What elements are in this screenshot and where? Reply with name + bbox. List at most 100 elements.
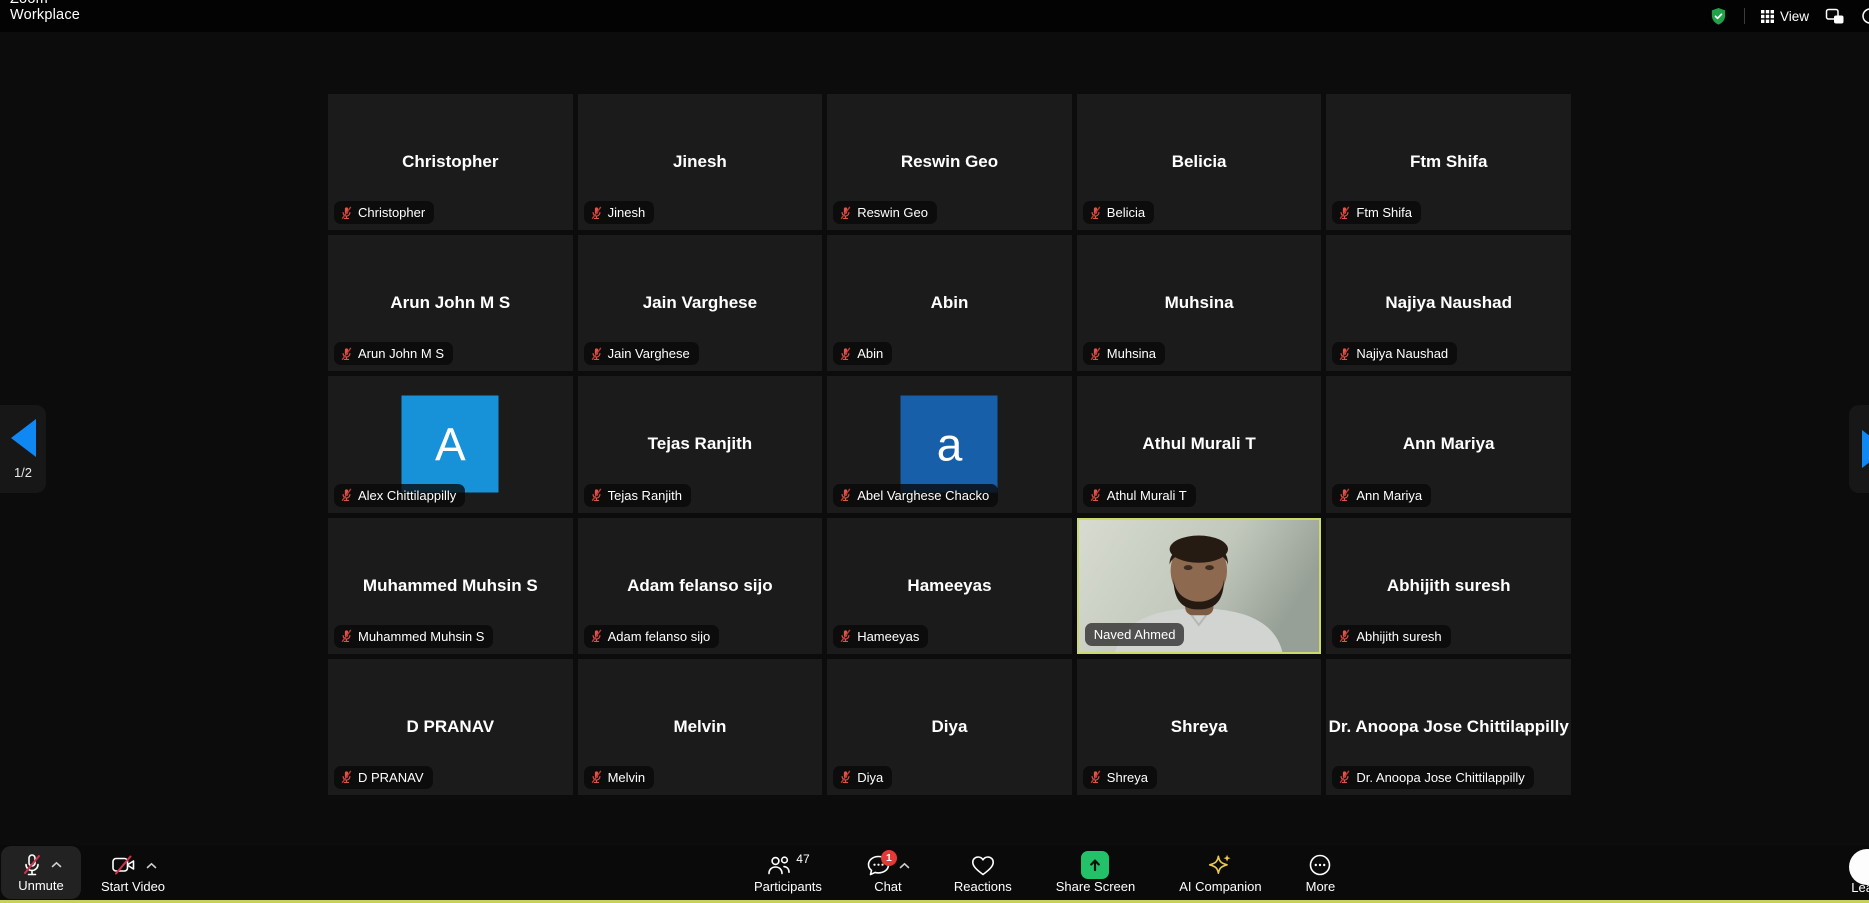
participant-display-name: Ftm Shifa	[1410, 152, 1487, 172]
participant-tile[interactable]: A Alex Chittilappilly	[328, 376, 573, 512]
participant-name-tag-text: Adam felanso sijo	[608, 629, 711, 644]
participant-name-tag-text: Alex Chittilappilly	[358, 488, 456, 503]
gallery-stage: Christopher Christopher Jinesh	[0, 32, 1869, 845]
video-options-caret[interactable]	[146, 862, 157, 869]
unmute-button[interactable]: Unmute	[1, 846, 81, 899]
participant-tile[interactable]: Muhammed Muhsin S Muhammed Muhsin S	[328, 518, 573, 654]
share-screen-label: Share Screen	[1056, 879, 1136, 894]
muted-mic-icon	[1338, 629, 1351, 643]
participant-display-name: Reswin Geo	[901, 152, 998, 172]
muted-mic-icon	[340, 629, 353, 643]
participant-tile[interactable]: Abhijith suresh Abhijith suresh	[1326, 518, 1571, 654]
participant-tile[interactable]: Athul Murali T Athul Murali T	[1077, 376, 1322, 512]
top-bar-controls: View	[1709, 0, 1869, 32]
chat-button[interactable]: 1 Chat	[864, 845, 912, 900]
leave-button[interactable]: Lea	[1851, 880, 1869, 895]
reactions-button[interactable]: Reactions	[952, 845, 1014, 900]
participant-tile[interactable]: Tejas Ranjith Tejas Ranjith	[578, 376, 823, 512]
audio-options-caret[interactable]	[51, 861, 62, 868]
participant-display-name: Dr. Anoopa Jose Chittilappilly	[1329, 717, 1569, 737]
muted-mic-icon	[590, 770, 603, 784]
participant-display-name: Adam felanso sijo	[627, 576, 772, 596]
participant-display-name: Arun John M S	[390, 293, 510, 313]
participant-name-tag: Jain Varghese	[584, 342, 699, 365]
participant-tile[interactable]: a Abel Varghese Chacko	[827, 376, 1072, 512]
muted-mic-icon	[340, 770, 353, 784]
participant-name-tag: Dr. Anoopa Jose Chittilappilly	[1332, 766, 1533, 789]
muted-mic-icon	[590, 629, 603, 643]
participant-display-name: Abhijith suresh	[1387, 576, 1511, 596]
participant-tile[interactable]: D PRANAV D PRANAV	[328, 659, 573, 795]
participant-tile[interactable]: Shreya Shreya	[1077, 659, 1322, 795]
participant-tile[interactable]: Hameeyas Hameeyas	[827, 518, 1072, 654]
participant-tile[interactable]: Jain Varghese Jain Varghese	[578, 235, 823, 371]
participant-tile[interactable]: Najiya Naushad Najiya Naushad	[1326, 235, 1571, 371]
participant-display-name: Christopher	[402, 152, 498, 172]
previous-page-arrow-icon	[11, 419, 36, 457]
participant-name-tag-text: Tejas Ranjith	[608, 488, 682, 503]
participant-tile[interactable]: Belicia Belicia	[1077, 94, 1322, 230]
participant-name-tag-text: Muhammed Muhsin S	[358, 629, 484, 644]
muted-mic-icon	[590, 206, 603, 220]
participant-tile[interactable]: Jinesh Jinesh	[578, 94, 823, 230]
participant-name-tag: Abel Varghese Chacko	[833, 484, 998, 507]
participant-display-name: Jinesh	[673, 152, 727, 172]
participant-name-tag-text: Hameeyas	[857, 629, 919, 644]
participants-button[interactable]: 47 Participants	[752, 845, 824, 900]
participant-name-tag-text: Najiya Naushad	[1356, 346, 1448, 361]
chat-label: Chat	[874, 879, 901, 894]
participant-tile[interactable]: Diya Diya	[827, 659, 1072, 795]
ai-companion-label: AI Companion	[1179, 879, 1261, 894]
participant-tile[interactable]: Melvin Melvin	[578, 659, 823, 795]
chat-unread-badge: 1	[881, 850, 897, 866]
clipped-edge-icon[interactable]	[1861, 7, 1869, 25]
minimize-to-pip-icon[interactable]	[1825, 8, 1845, 25]
muted-mic-icon	[21, 853, 43, 877]
participant-avatar: A	[402, 396, 499, 493]
encryption-shield-icon[interactable]	[1709, 7, 1728, 26]
participant-name-tag: Arun John M S	[334, 342, 453, 365]
participant-name-tag-text: Jinesh	[608, 205, 646, 220]
share-screen-button[interactable]: Share Screen	[1054, 845, 1138, 900]
participant-tile[interactable]: Adam felanso sijo Adam felanso sijo	[578, 518, 823, 654]
participant-tile[interactable]: Naved Ahmed	[1077, 518, 1322, 654]
participant-display-name: Muhsina	[1165, 293, 1234, 313]
participant-tile[interactable]: Reswin Geo Reswin Geo	[827, 94, 1072, 230]
participant-tile[interactable]: Arun John M S Arun John M S	[328, 235, 573, 371]
logo-line-zoom: Zoom	[10, 0, 80, 7]
participant-tile[interactable]: Ann Mariya Ann Mariya	[1326, 376, 1571, 512]
next-page-button[interactable]	[1849, 405, 1869, 493]
unmute-label: Unmute	[18, 878, 64, 893]
participants-count: 47	[796, 852, 809, 866]
participant-tile[interactable]: Muhsina Muhsina	[1077, 235, 1322, 371]
participant-name-tag: Muhsina	[1083, 342, 1165, 365]
start-video-button[interactable]: Start Video	[81, 845, 185, 900]
video-off-icon	[110, 854, 138, 876]
view-button[interactable]: View	[1761, 9, 1809, 24]
more-button[interactable]: More	[1304, 845, 1338, 900]
participant-tile[interactable]: Ftm Shifa Ftm Shifa	[1326, 94, 1571, 230]
participants-label: Participants	[754, 879, 822, 894]
more-ellipsis-icon	[1308, 853, 1332, 877]
participant-name-tag-text: Arun John M S	[358, 346, 444, 361]
zoom-meeting-window: Zoom Workplace View	[0, 0, 1869, 903]
participant-name-tag-text: Muhsina	[1107, 346, 1156, 361]
previous-page-button[interactable]: 1/2	[0, 405, 46, 493]
participant-name-tag: Shreya	[1083, 766, 1157, 789]
muted-mic-icon	[340, 347, 353, 361]
muted-mic-icon	[1338, 770, 1351, 784]
participant-name-tag: Melvin	[584, 766, 655, 789]
chat-options-caret[interactable]	[899, 862, 910, 869]
toolbar-audio-video-group: Unmute Start Video	[0, 845, 185, 900]
participant-name-tag-text: Abel Varghese Chacko	[857, 488, 989, 503]
ai-companion-button[interactable]: AI Companion	[1177, 845, 1263, 900]
top-bar-divider	[1744, 8, 1745, 24]
meeting-toolbar: Unmute Start Video	[0, 845, 1869, 900]
participant-name-tag-text: Diya	[857, 770, 883, 785]
participant-name-tag: Christopher	[334, 201, 434, 224]
participant-tile[interactable]: Christopher Christopher	[328, 94, 573, 230]
participant-name-tag: Alex Chittilappilly	[334, 484, 465, 507]
participant-tile[interactable]: Dr. Anoopa Jose Chittilappilly Dr. Anoop…	[1326, 659, 1571, 795]
participant-tile[interactable]: Abin Abin	[827, 235, 1072, 371]
participant-name-tag: Belicia	[1083, 201, 1154, 224]
